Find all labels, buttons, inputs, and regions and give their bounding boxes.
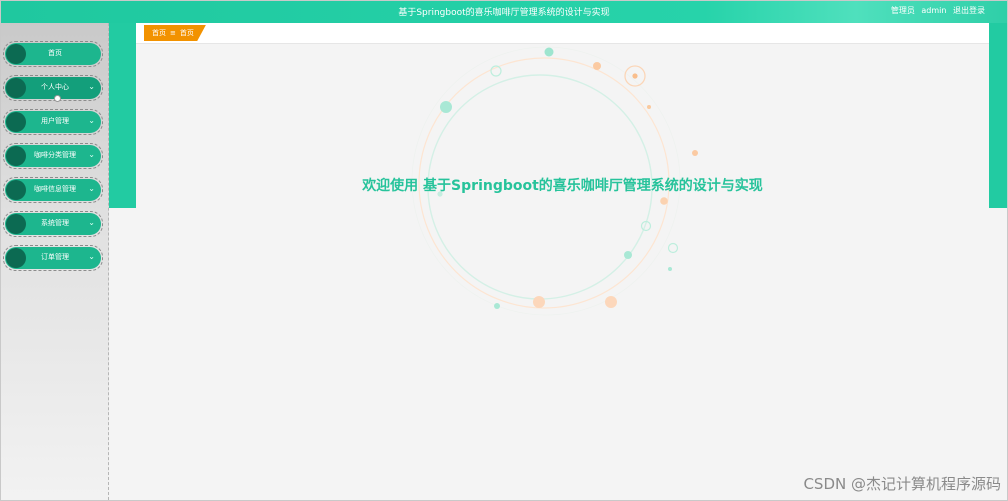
sidebar-item-label: 订单管理 — [41, 253, 69, 261]
chevron-down-icon: ⌄ — [88, 252, 95, 261]
sidebar-item-orders[interactable]: 订单管理 ⌄ — [3, 245, 103, 271]
sidebar-item-coffee-info[interactable]: 咖啡信息管理 ⌄ — [3, 177, 103, 203]
welcome-heading: 欢迎使用 基于Springboot的喜乐咖啡厅管理系统的设计与实现 — [362, 178, 763, 194]
chevron-down-icon: ⌄ — [88, 82, 95, 91]
chevron-down-icon: ⌄ — [88, 218, 95, 227]
user-area: 管理员 admin 退出登录 — [887, 5, 985, 16]
sidebar-pill-system[interactable]: 系统管理 ⌄ — [5, 213, 101, 235]
sidebar-item-personal-center[interactable]: 个人中心 ⌄ — [3, 75, 103, 101]
sidebar-item-label: 用户管理 — [41, 117, 69, 125]
sidebar-item-coffee-category[interactable]: 咖啡分类管理 ⌄ — [3, 143, 103, 169]
chevron-down-icon: ⌄ — [88, 116, 95, 125]
sidebar-item-home[interactable]: 首页 — [3, 41, 103, 67]
sidebar-pill-home[interactable]: 首页 — [5, 43, 101, 65]
username[interactable]: admin — [921, 6, 946, 15]
sidebar-pill-orders[interactable]: 订单管理 ⌄ — [5, 247, 101, 269]
sidebar-item-system[interactable]: 系统管理 ⌄ — [3, 211, 103, 237]
logout-link[interactable]: 退出登录 — [953, 6, 985, 15]
sidebar-item-label: 首页 — [48, 49, 62, 57]
chevron-down-icon: ⌄ — [88, 184, 95, 193]
main-content: 首页 ≡ 首页 欢迎使用 基于Springboot的喜乐咖啡厅管理系统的设计与实… — [136, 23, 989, 500]
sidebar-item-label: 个人中心 — [41, 83, 69, 91]
chevron-down-icon: ⌄ — [88, 150, 95, 159]
sidebar-item-label: 咖啡分类管理 — [34, 151, 76, 159]
sidebar-item-label: 咖啡信息管理 — [34, 185, 76, 193]
top-bar: 基于Springboot的喜乐咖啡厅管理系统的设计与实现 管理员 admin 退… — [1, 1, 1007, 23]
sidebar-pill-user-management[interactable]: 用户管理 ⌄ — [5, 111, 101, 133]
app-window: 基于Springboot的喜乐咖啡厅管理系统的设计与实现 管理员 admin 退… — [0, 0, 1008, 501]
sidebar-item-label: 系统管理 — [41, 219, 69, 227]
sidebar-item-user-management[interactable]: 用户管理 ⌄ — [3, 109, 103, 135]
user-role: 管理员 — [890, 6, 915, 15]
sidebar-pill-coffee-info[interactable]: 咖啡信息管理 ⌄ — [5, 179, 101, 201]
mouse-cursor-icon — [54, 95, 61, 102]
decorative-circles — [411, 46, 698, 316]
sidebar-pill-personal-center[interactable]: 个人中心 ⌄ — [5, 77, 101, 99]
app-title: 基于Springboot的喜乐咖啡厅管理系统的设计与实现 — [398, 8, 610, 18]
watermark: CSDN @杰记计算机程序源码 — [803, 475, 1001, 493]
sidebar-pill-coffee-category[interactable]: 咖啡分类管理 ⌄ — [5, 145, 101, 167]
